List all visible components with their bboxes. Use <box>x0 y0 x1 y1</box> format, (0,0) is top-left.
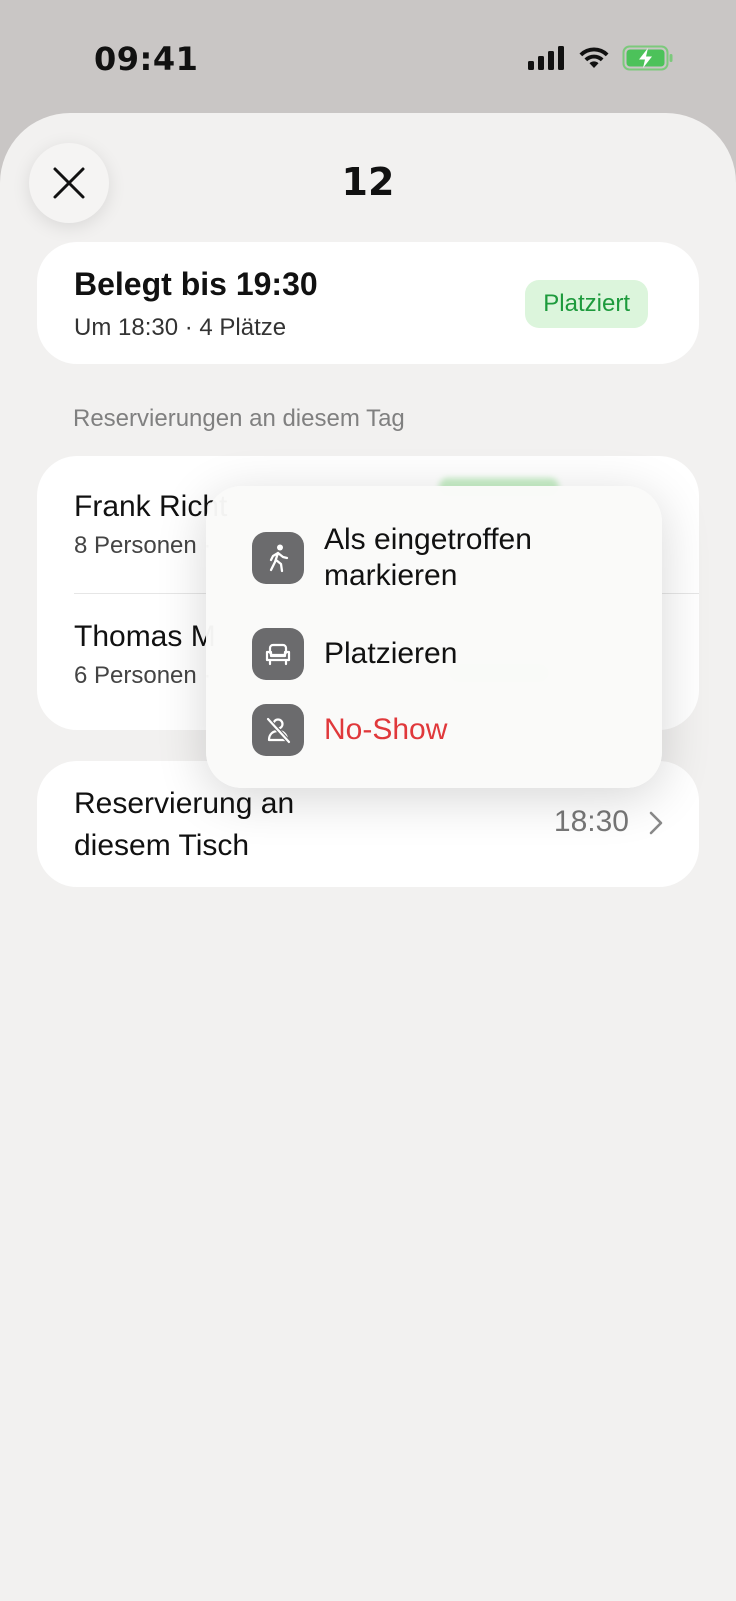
status-bar: 09:41 <box>0 0 736 110</box>
table-reservation-label: Reservierung an diesem Tisch <box>74 787 295 862</box>
menu-item-seat[interactable]: Platzieren <box>252 628 457 680</box>
menu-item-label: Als eingetroffen markieren <box>324 523 532 592</box>
wifi-icon <box>579 47 609 68</box>
context-menu: Als eingetroffen markieren Platzieren No… <box>206 486 662 788</box>
table-reservation-time: 18:30 <box>553 805 629 838</box>
reservation-name: Thomas M <box>74 620 216 653</box>
menu-item-label: Platzieren <box>324 637 458 670</box>
list-item[interactable]: Frank Richt 8 Personen · <box>74 490 227 560</box>
walking-person-icon <box>252 532 304 584</box>
occupancy-title: Belegt bis 19:30 <box>74 266 318 302</box>
reservation-detail: 8 Personen · <box>74 532 212 559</box>
menu-item-label: No-Show <box>324 713 448 746</box>
list-item[interactable]: Thomas M 6 Personen · <box>74 620 216 690</box>
menu-item-no-show[interactable]: No-Show <box>252 704 447 756</box>
reservation-name: Frank Richt <box>74 490 228 523</box>
reservation-detail: 6 Personen · <box>74 662 212 689</box>
battery-charging-icon <box>622 45 673 71</box>
occupancy-card: Belegt bis 19:30 Um 18:30 · 4 Plätze Pla… <box>37 242 699 364</box>
person-slash-icon <box>252 704 304 756</box>
status-badge: Platziert <box>525 280 648 328</box>
menu-item-mark-arrived[interactable]: Als eingetroffen markieren <box>252 522 644 594</box>
status-time: 09:41 <box>94 40 199 78</box>
signal-icon <box>528 46 564 70</box>
occupancy-subtitle: Um 18:30 · 4 Plätze <box>74 314 287 341</box>
status-icons <box>528 45 674 71</box>
armchair-icon <box>252 628 304 680</box>
reservations-section-label: Reservierungen an diesem Tag <box>73 405 405 432</box>
chevron-right-icon <box>649 811 663 835</box>
table-number-title: 12 <box>341 160 395 204</box>
